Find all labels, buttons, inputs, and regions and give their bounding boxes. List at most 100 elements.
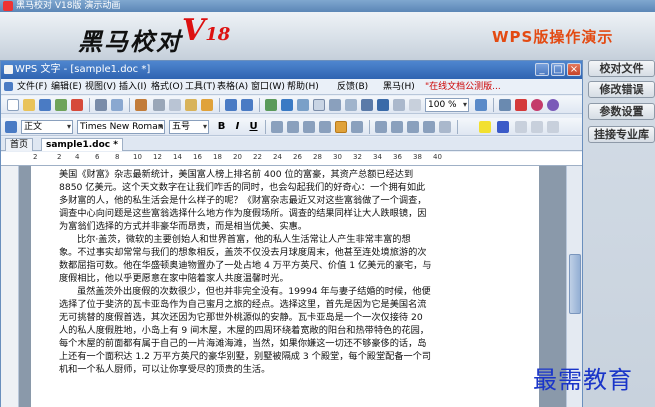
menu-format[interactable]: 格式(O)	[151, 80, 183, 94]
document-page[interactable]: 美国《财富》杂志最新统计，美国富人榜上排名前 400 位的富豪，其资产总额已经达…	[31, 166, 539, 407]
tab-home[interactable]: 首页	[5, 138, 34, 151]
document-map-icon[interactable]	[377, 99, 389, 111]
save-icon[interactable]	[39, 99, 51, 111]
numbering-icon[interactable]	[375, 121, 387, 133]
ruler-number: 40	[433, 153, 442, 161]
align-center-icon[interactable]	[287, 121, 299, 133]
preview-icon[interactable]	[111, 99, 123, 111]
menu-window[interactable]: 窗口(W)	[251, 80, 285, 94]
char-shading-icon[interactable]	[515, 121, 527, 133]
format-painter-icon[interactable]	[201, 99, 213, 111]
undo-icon[interactable]	[225, 99, 237, 111]
doc-line: 为富翁们选择的方式并非豪华而昂贵，而是相当优美、实惠。	[59, 221, 308, 232]
columns-icon[interactable]	[345, 99, 357, 111]
menu-help[interactable]: 帮助(H)	[287, 80, 319, 94]
vertical-ruler[interactable]	[1, 166, 19, 407]
border-icon[interactable]	[439, 121, 451, 133]
ruler-number: 18	[213, 153, 222, 161]
paste-icon[interactable]	[185, 99, 197, 111]
menu-view[interactable]: 视图(V)	[85, 80, 116, 94]
ruler-number: 24	[273, 153, 282, 161]
horizontal-ruler[interactable]: 2 2 4 6 8 10 12 14 16 18 20 22 24 26 28 …	[1, 152, 582, 166]
style-select[interactable]: 正文	[21, 120, 73, 134]
drawing-icon[interactable]	[361, 99, 373, 111]
menubar: 文件(F) 编辑(E) 视图(V) 插入(I) 格式(O) 工具(T) 表格(A…	[1, 79, 582, 95]
formula-icon[interactable]	[265, 99, 277, 111]
doc-line: 上还有一个面积达 1.2 万平方英尺的豪华别墅，别墅被隔成 3 个殿堂，每个殿堂…	[59, 351, 432, 362]
bold-button[interactable]: B	[215, 120, 228, 134]
align-left-icon[interactable]	[271, 121, 283, 133]
logo-v: V	[182, 13, 206, 48]
chart-icon[interactable]	[329, 99, 341, 111]
doc-line: 调查中心向问题是这些富翁选择什么地方作为度假场所。调查的结果同样让大人跌眼镜，因	[59, 208, 427, 219]
separator	[369, 120, 370, 134]
ruler-number: 36	[393, 153, 402, 161]
move-down-icon[interactable]	[499, 99, 511, 111]
doc-line: 数都屈指可数。他在华盛顿奥迪物置办了一处占地 4 万平方英尺、价值 1 亿美元的…	[59, 260, 432, 271]
font-select[interactable]: Times New Roman	[77, 120, 165, 134]
menu-feedback[interactable]: 反馈(B)	[337, 80, 368, 94]
check-file-button[interactable]: 校对文件	[588, 60, 655, 77]
underline-button[interactable]: U	[247, 120, 260, 134]
pdf-icon[interactable]	[71, 99, 83, 111]
separator	[457, 120, 458, 134]
menu-edit[interactable]: 编辑(E)	[51, 80, 82, 94]
settings-button[interactable]: 参数设置	[588, 103, 655, 120]
separator	[259, 98, 260, 112]
italic-button[interactable]: I	[231, 120, 244, 134]
close-button[interactable]: ×	[567, 63, 581, 76]
menu-heima[interactable]: 黑马(H)	[383, 80, 415, 94]
doc-line: 虽然盖茨外出度假的次数很少，但也并非完全没有。19994 年与妻子结婚的时候，他…	[77, 286, 431, 297]
shrink-font-icon[interactable]	[547, 121, 559, 133]
scrollbar-thumb[interactable]	[569, 254, 581, 314]
share-icon[interactable]	[55, 99, 67, 111]
table-icon[interactable]	[313, 99, 325, 111]
highlight-icon[interactable]	[479, 121, 491, 133]
indent-icon[interactable]	[423, 121, 435, 133]
tab-sample1[interactable]: sample1.doc *	[41, 138, 123, 151]
menu-tools[interactable]: 工具(T)	[185, 80, 216, 94]
maximize-button[interactable]: □	[551, 63, 565, 76]
banner: 黑马校对 V18 WPS版操作演示	[0, 12, 655, 60]
ruler-number: 14	[173, 153, 182, 161]
bullets-icon[interactable]	[391, 121, 403, 133]
standard-toolbar: 100 %	[1, 96, 582, 114]
new-icon[interactable]	[7, 99, 19, 111]
styles-icon[interactable]	[5, 121, 17, 133]
open-icon[interactable]	[23, 99, 35, 111]
spellcheck-icon[interactable]	[135, 99, 147, 111]
menu-file[interactable]: 文件(F)	[17, 80, 47, 94]
ruler-number: 20	[233, 153, 242, 161]
align-right-icon[interactable]	[303, 121, 315, 133]
copy-icon[interactable]	[169, 99, 181, 111]
redo-icon[interactable]	[241, 99, 253, 111]
font-color-icon[interactable]	[497, 121, 509, 133]
attach-library-button[interactable]: 挂接专业库	[588, 126, 655, 143]
size-select[interactable]: 五号	[169, 120, 209, 134]
line-spacing-icon[interactable]	[351, 121, 363, 133]
wps-titlebar: WPS 文字 - [sample1.doc *] _ □ ×	[1, 61, 582, 79]
fix-errors-button[interactable]: 修改错误	[588, 81, 655, 98]
menu-table[interactable]: 表格(A)	[217, 80, 248, 94]
outdent-icon[interactable]	[407, 121, 419, 133]
nav-icon[interactable]	[409, 99, 421, 111]
zoom-select[interactable]: 100 %	[425, 98, 469, 112]
grow-font-icon[interactable]	[531, 121, 543, 133]
image-icon[interactable]	[297, 99, 309, 111]
separator	[219, 98, 220, 112]
justify-icon[interactable]	[319, 121, 331, 133]
document-area: 美国《财富》杂志最新统计，美国富人榜上排名前 400 位的富豪，其资产总额已经达…	[19, 166, 566, 407]
hyperlink-icon[interactable]	[281, 99, 293, 111]
help-icon[interactable]	[475, 99, 487, 111]
show-marks-icon[interactable]	[393, 99, 405, 111]
menu-online-docs[interactable]: "在线文档公测版...	[425, 80, 501, 94]
wps-title: WPS 文字 - [sample1.doc *]	[15, 64, 151, 75]
menu-insert[interactable]: 插入(I)	[119, 80, 147, 94]
distributed-icon[interactable]	[335, 121, 347, 133]
cut-icon[interactable]	[153, 99, 165, 111]
minimize-button[interactable]: _	[535, 63, 549, 76]
heima-check-icon[interactable]	[547, 99, 559, 111]
search-icon[interactable]	[531, 99, 543, 111]
download-icon[interactable]	[515, 99, 527, 111]
print-icon[interactable]	[95, 99, 107, 111]
